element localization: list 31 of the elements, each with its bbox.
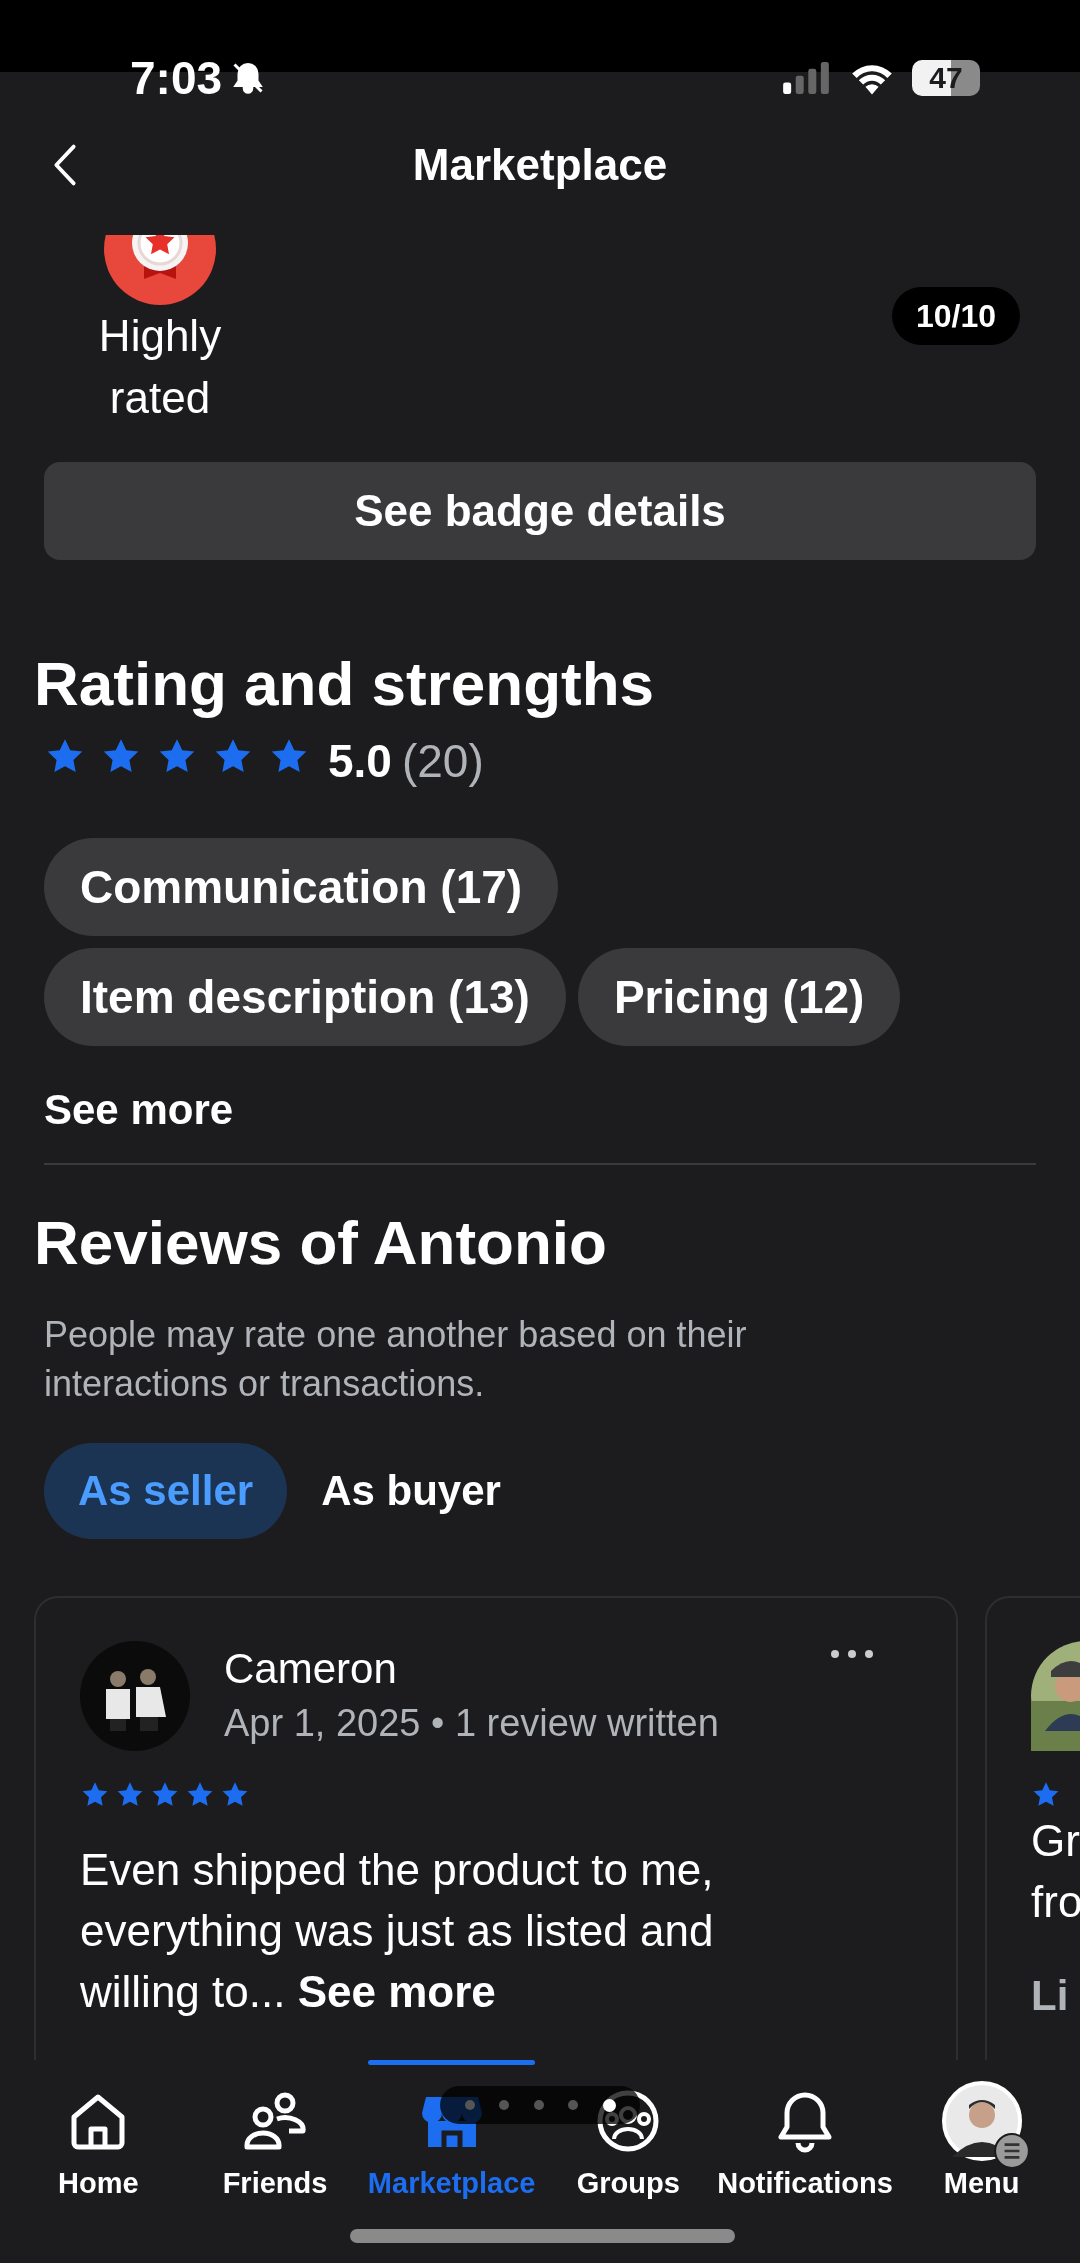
badge-counter: 10/10 xyxy=(891,287,1020,345)
see-more-link[interactable]: See more xyxy=(297,1967,496,2016)
review-text: Gr xyxy=(1031,1815,1080,1867)
nav-tab[interactable]: Home xyxy=(10,2060,187,2263)
badge-label: Highly rated xyxy=(97,310,223,424)
reviews-description: People may rate one another based on their interactions or transactions. xyxy=(44,1313,748,1406)
nav-tab[interactable]: Menu xyxy=(893,2060,1071,2263)
menu-icon[interactable] xyxy=(993,2133,1030,2169)
nav-tab[interactable]: Friends xyxy=(186,2060,364,2263)
section-title: Rating and strengths xyxy=(34,652,655,716)
review-meta: Apr 1, 2025 • 1 review written xyxy=(224,1701,719,1746)
signal-icon xyxy=(780,62,832,94)
rating-score: 5.0 xyxy=(328,734,392,788)
strength-chip[interactable]: Item description (13) xyxy=(44,948,566,1046)
see-more-link[interactable]: See more xyxy=(44,1085,234,1135)
review-tab[interactable]: As seller xyxy=(44,1443,288,1539)
review-text: Even shipped the product to me, everything was just as listed and willing to... See more xyxy=(80,1844,715,2018)
status-time: 7:03 xyxy=(130,52,223,104)
review-tab[interactable]: As buyer xyxy=(287,1443,535,1539)
review-footer: Li xyxy=(1031,1972,1080,2020)
review-text: fro xyxy=(1031,1876,1080,1928)
reviewer-name[interactable]: Cameron xyxy=(224,1642,719,1696)
strength-chip[interactable]: Pricing (12) xyxy=(577,948,901,1046)
see-badge-details-button[interactable]: See badge details xyxy=(44,462,1036,560)
nav-tab[interactable]: Notifications xyxy=(716,2060,894,2263)
battery-icon: 47 xyxy=(912,60,980,96)
more-icon[interactable] xyxy=(830,1649,874,1659)
page-title: Marketplace xyxy=(412,140,668,190)
strength-chip[interactable]: Communication (17) xyxy=(44,838,559,936)
rating-count: (20) xyxy=(401,734,484,788)
section-title: Reviews of Antonio xyxy=(34,1211,607,1275)
